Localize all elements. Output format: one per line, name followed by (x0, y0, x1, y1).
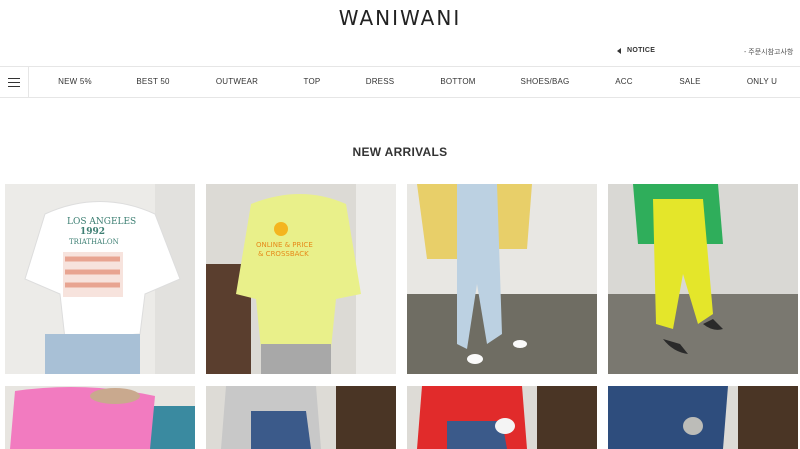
product-photo: LOS ANGELES 1992 TRIATHALON (5, 184, 195, 374)
tee-graphic-text-2: & CROSSBACK (258, 250, 309, 258)
product-image-tshirt-white[interactable]: LOS ANGELES 1992 TRIATHALON (5, 184, 195, 374)
site-logo[interactable]: WANIWANI (0, 6, 800, 30)
product-image-pink-top[interactable] (5, 386, 195, 449)
product-image-red-shirt[interactable] (407, 386, 597, 449)
nav-item-top[interactable]: TOP (304, 77, 321, 86)
nav-item-outwear[interactable]: OUTWEAR (216, 77, 258, 86)
section-title: NEW ARRIVALS (352, 145, 448, 159)
nav-item-best[interactable]: BEST 50 (136, 77, 169, 86)
tshirt-graphic-text-2: 1992 (80, 227, 105, 237)
tshirt-graphic-text-1: LOS ANGELES (67, 217, 136, 227)
tee-graphic-text-1: ONLINE & PRICE (256, 241, 313, 249)
product-photo (206, 386, 396, 449)
product-image-grey-shirt[interactable] (206, 386, 396, 449)
caret-left-icon (617, 47, 621, 54)
product-photo (5, 386, 195, 449)
product-image-blazer-yellow[interactable] (407, 184, 597, 374)
nav-item-bottom[interactable]: BOTTOM (440, 77, 475, 86)
product-photo: ONLINE & PRICE & CROSSBACK (206, 184, 396, 374)
nav-item-shoes-bag[interactable]: SHOES/BAG (521, 77, 570, 86)
nav-item-new[interactable]: NEW 5% (58, 77, 92, 86)
nav-item-sale[interactable]: SALE (679, 77, 700, 86)
nav-item-dress[interactable]: DRESS (366, 77, 395, 86)
nav-item-only-u[interactable]: ONLY U (747, 77, 777, 86)
product-image-jogger-yellow[interactable] (608, 184, 798, 374)
notice-link[interactable]: NOTICE (617, 47, 655, 54)
hamburger-menu-icon[interactable] (0, 67, 29, 98)
product-image-denim-shirt[interactable] (608, 386, 798, 449)
main-navigation: NEW 5% BEST 50 OUTWEAR TOP DRESS BOTTOM … (0, 66, 800, 98)
product-image-tee-lime[interactable]: ONLINE & PRICE & CROSSBACK (206, 184, 396, 374)
product-photo (407, 386, 597, 449)
product-photo (608, 386, 798, 449)
product-photo (608, 184, 798, 374)
notice-ticker-text[interactable]: - 주문시참고사항 (744, 47, 800, 57)
product-photo (407, 184, 597, 374)
nav-item-acc[interactable]: ACC (615, 77, 633, 86)
tshirt-graphic-text-3: TRIATHALON (69, 238, 119, 246)
notice-label: NOTICE (627, 47, 656, 54)
